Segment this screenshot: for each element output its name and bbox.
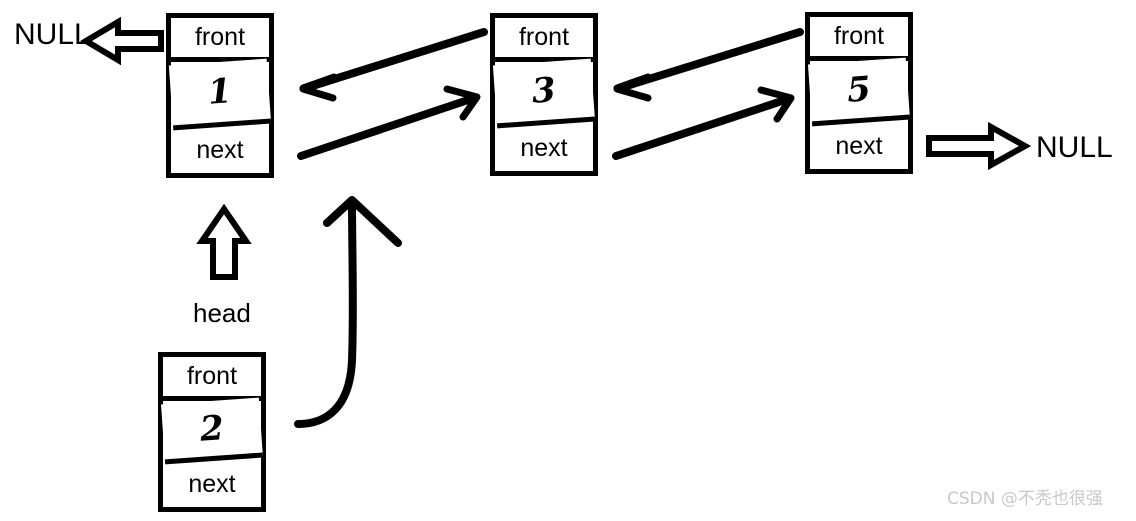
arrow-node2-next-to-node3 [612, 86, 795, 160]
watermark: CSDN @不秃也很强 [947, 489, 1103, 509]
list-node-new: front 2 next [158, 352, 266, 512]
node-2-next-cell: next [495, 125, 593, 171]
list-node-2: front 3 next [490, 13, 598, 176]
diagram-canvas: NULL front 1 next front 3 next front 5 n… [0, 0, 1136, 521]
null-left-block-arrow [80, 16, 164, 66]
node-2-front-cell: front [495, 18, 593, 62]
node-new-front-cell: front [163, 357, 261, 401]
arrow-node1-next-to-node2 [297, 85, 481, 160]
arrow-new-node-insert [294, 196, 402, 428]
node-1-next-cell: next [171, 127, 269, 173]
node-1-front-cell: front [171, 18, 269, 62]
arrow-node3-front-to-node2 [613, 28, 804, 102]
null-label-right: NULL [1036, 131, 1113, 164]
head-label: head [193, 298, 251, 328]
node-new-value-cell: 2 [161, 397, 263, 465]
head-block-arrow [196, 203, 252, 280]
node-new-next-cell: next [163, 461, 261, 507]
node-1-value-cell: 1 [168, 58, 272, 131]
list-node-3: front 5 next [805, 12, 913, 174]
list-node-1: front 1 next [166, 13, 274, 178]
null-right-block-arrow [926, 121, 1032, 171]
arrow-node2-front-to-node1 [299, 28, 488, 102]
node-3-value-cell: 5 [807, 57, 911, 127]
node-3-next-cell: next [810, 123, 908, 169]
node-3-front-cell: front [810, 17, 908, 61]
null-label-left: NULL [14, 18, 91, 51]
node-2-value-cell: 3 [492, 58, 596, 129]
